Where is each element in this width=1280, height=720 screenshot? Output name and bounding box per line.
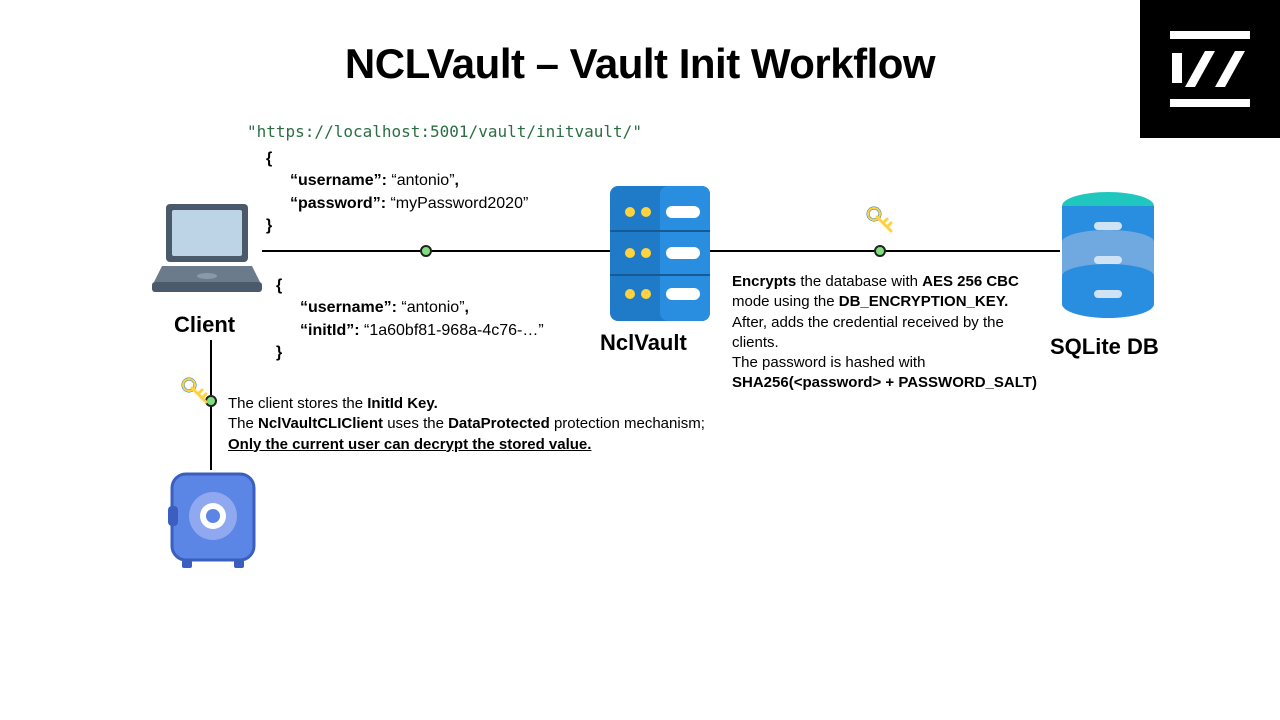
txt: Encrypts	[732, 273, 796, 290]
sqlite-db-label: SQLite DB	[1050, 334, 1159, 360]
txt: NclVaultCLIClient	[258, 415, 383, 432]
json-val: myPassword2020	[386, 195, 528, 212]
response-json: { username:antonio, initId:1a60bf81-968a…	[276, 275, 544, 365]
connector-client-vault	[262, 250, 610, 252]
txt: DB_ENCRYPTION_KEY.	[839, 293, 1008, 310]
brand-logo	[1140, 0, 1280, 138]
txt: InitId Key.	[367, 395, 438, 412]
json-key: username	[300, 299, 392, 316]
txt: SHA256(<password> + PASSWORD_SALT)	[732, 374, 1037, 391]
encryption-key-icon	[865, 205, 895, 235]
json-row: username:antonio,	[276, 297, 544, 319]
page-title: NCLVault – Vault Init Workflow	[0, 40, 1280, 88]
brace-close: }	[266, 215, 528, 237]
txt: After, adds the credential received by t…	[732, 314, 1004, 351]
nclvault-label: NclVault	[600, 330, 687, 356]
db-encryption-description: Encrypts the database with AES 256 CBC m…	[732, 272, 1052, 394]
brand-logo-icon	[1160, 19, 1260, 119]
connector-dot	[420, 245, 432, 257]
client-storage-description: The client stores the InitId Key. The Nc…	[228, 394, 748, 455]
json-row: password:myPassword2020	[266, 193, 528, 215]
json-key: password	[290, 195, 381, 212]
txt: the database with	[796, 273, 922, 290]
txt: The password is hashed with	[732, 354, 925, 371]
vault-safe-icon	[168, 470, 258, 570]
connector-dot	[874, 245, 886, 257]
txt: AES 256 CBC	[922, 273, 1019, 290]
request-json: { username:antonio, password:myPassword2…	[266, 148, 528, 238]
brace-close: }	[276, 342, 544, 364]
json-val: antonio	[397, 299, 465, 316]
nclvault-server-icon	[610, 186, 710, 321]
brace-open: {	[276, 275, 544, 297]
txt: The client stores the	[228, 395, 367, 412]
encryption-key-icon	[180, 376, 210, 406]
txt: DataProtected	[448, 415, 550, 432]
txt: The	[228, 415, 258, 432]
json-row: initId:1a60bf81-968a-4c76-…	[276, 320, 544, 342]
json-key: username	[290, 172, 382, 189]
json-val: antonio	[387, 172, 455, 189]
txt: protection mechanism;	[550, 415, 705, 432]
txt: Only the current user can decrypt the st…	[228, 436, 591, 453]
client-laptop-icon	[152, 200, 262, 300]
client-label: Client	[174, 312, 235, 338]
json-key: initId	[300, 322, 354, 339]
json-val: 1a60bf81-968a-4c76-…	[360, 322, 544, 339]
txt: uses the	[383, 415, 448, 432]
brace-open: {	[266, 148, 528, 170]
sqlite-db-icon	[1060, 190, 1156, 320]
json-row: username:antonio,	[266, 170, 528, 192]
txt: mode using the	[732, 293, 839, 310]
endpoint-url: "https://localhost:5001/vault/initvault/…	[247, 122, 642, 141]
